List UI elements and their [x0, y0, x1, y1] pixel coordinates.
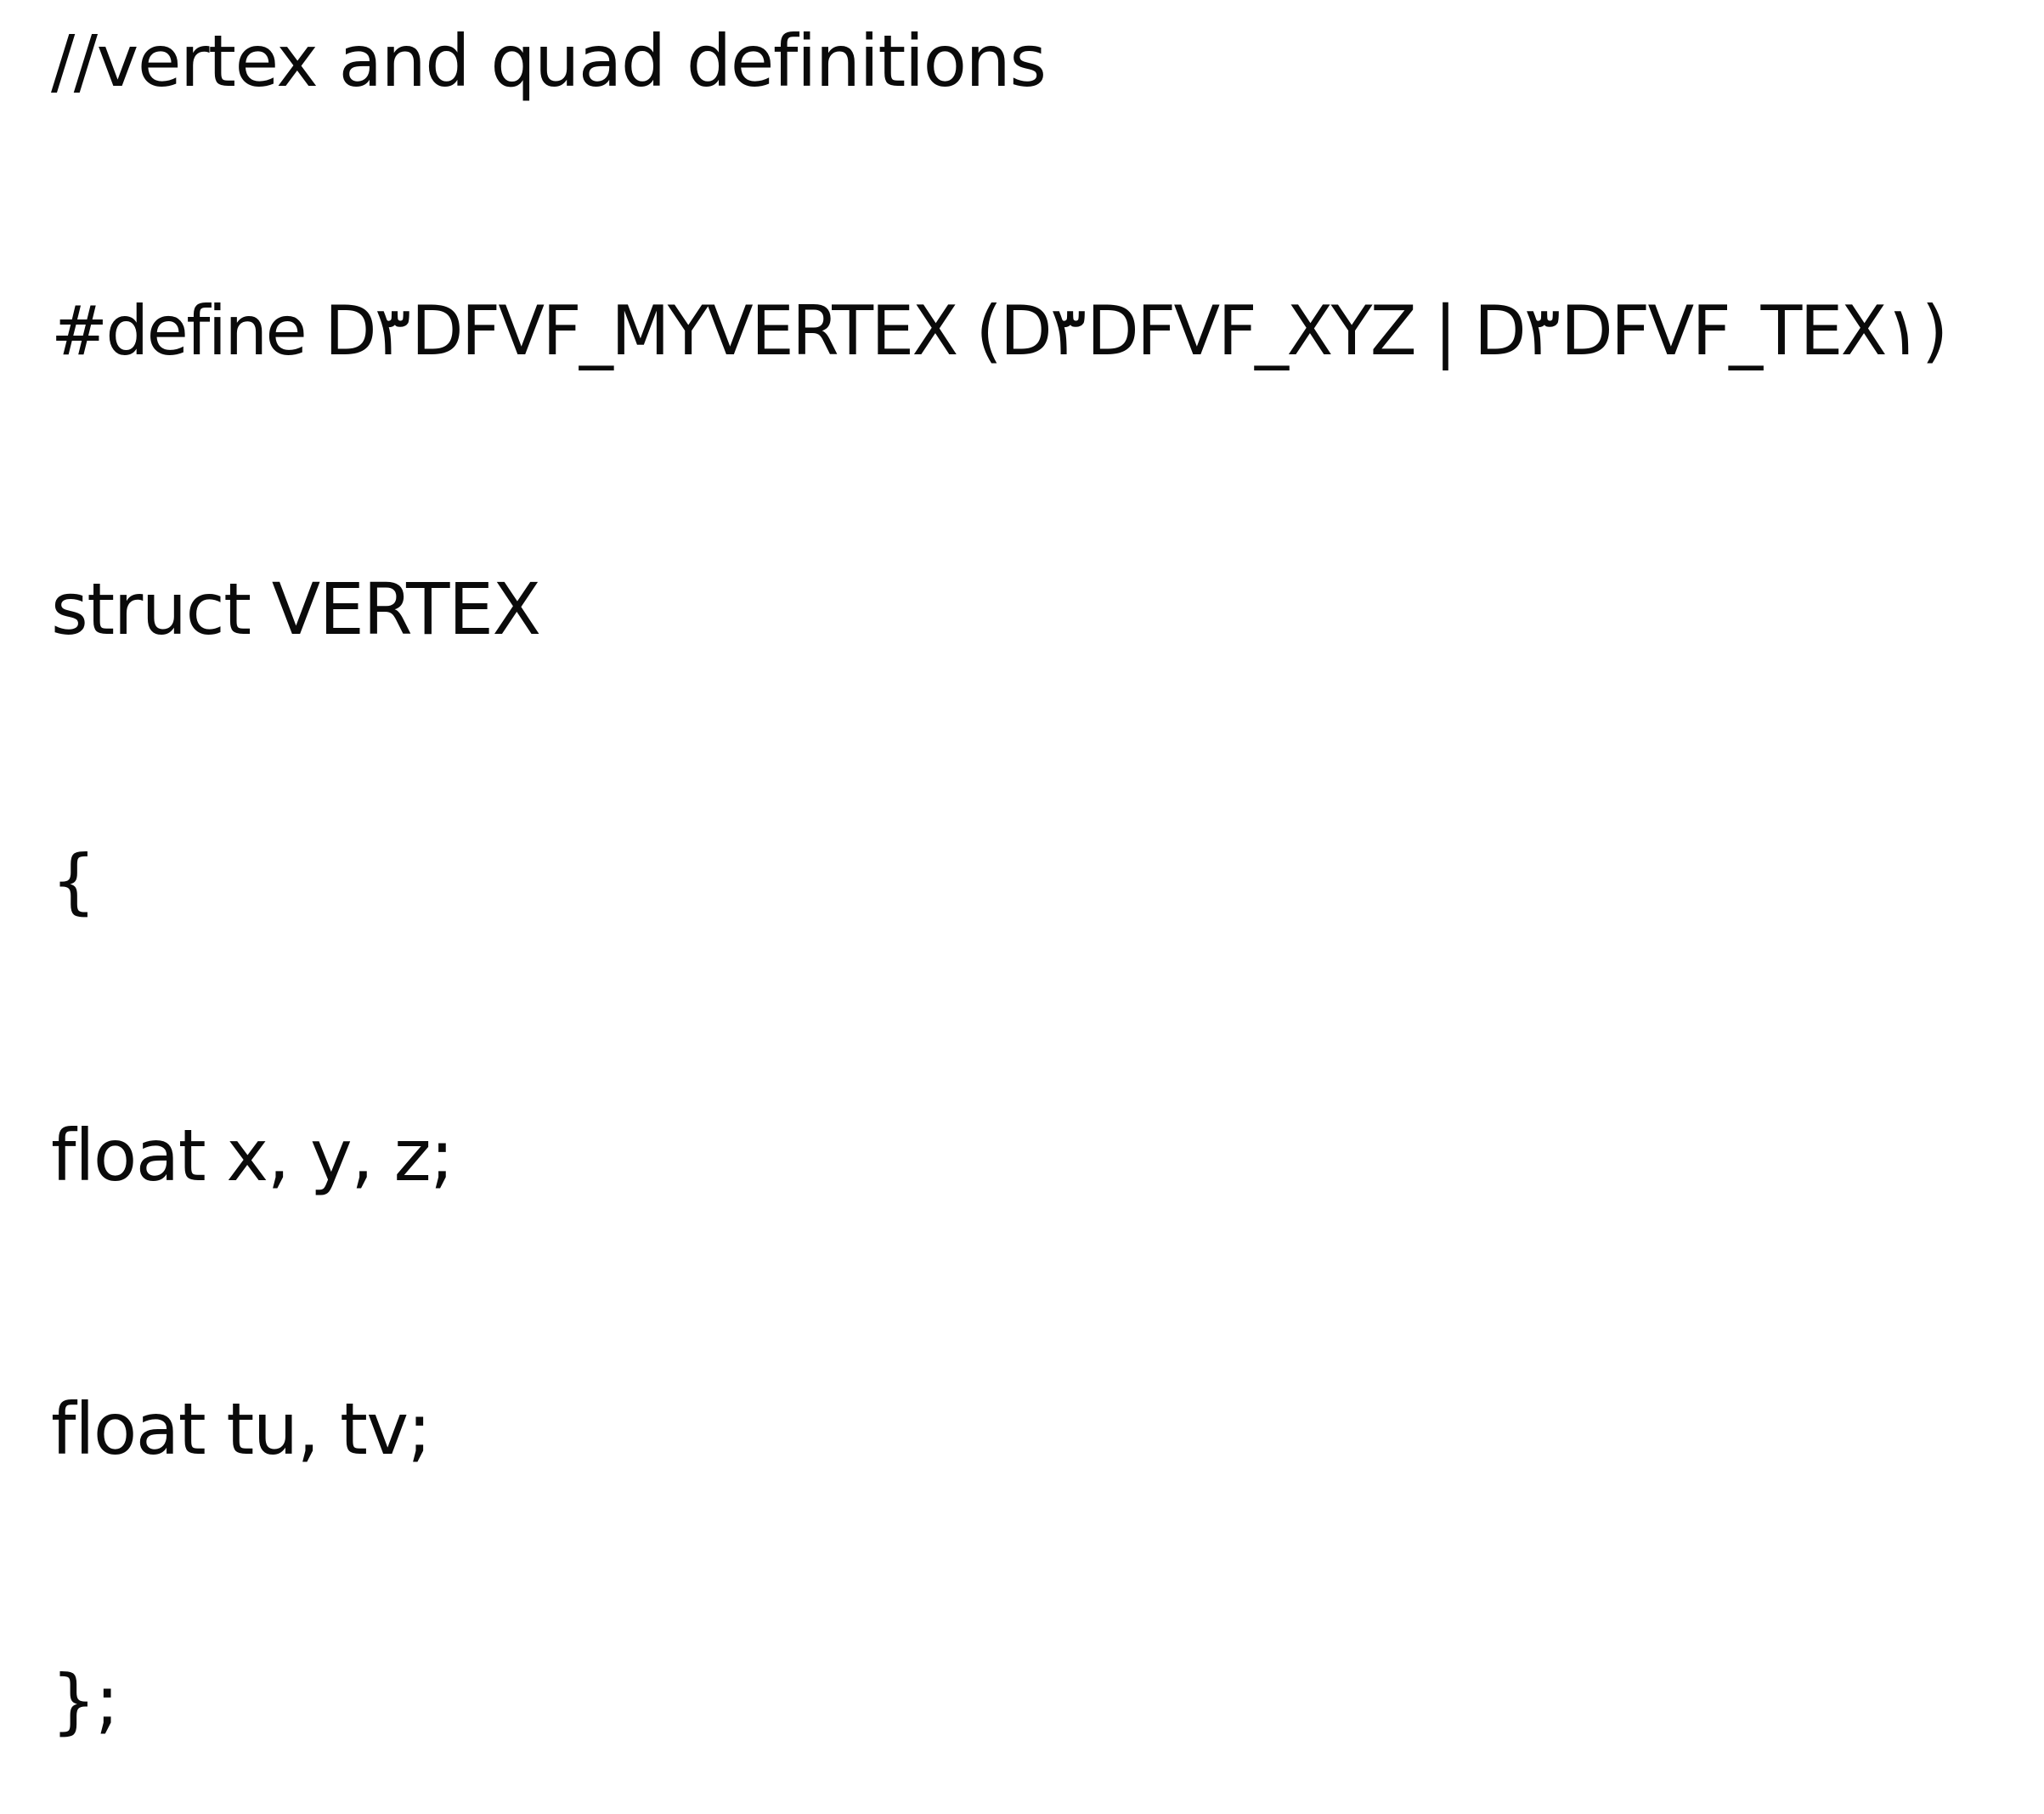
open-brace-line: {	[51, 839, 96, 923]
float-tutv-line: float tu, tv;	[51, 1387, 432, 1471]
comment-line: //vertex and quad definitions	[51, 20, 1047, 103]
define-line: #define D٣DFVF_MYVERTEX (D٣DFVF_XYZ | D٣…	[51, 291, 1948, 370]
close-brace-line: };	[51, 1659, 119, 1743]
float-xyz-line: float x, y, z;	[51, 1114, 455, 1197]
code-document: //vertex and quad definitions #define D٣…	[0, 0, 2044, 1814]
struct-declaration-line: struct VERTEX	[51, 568, 541, 651]
